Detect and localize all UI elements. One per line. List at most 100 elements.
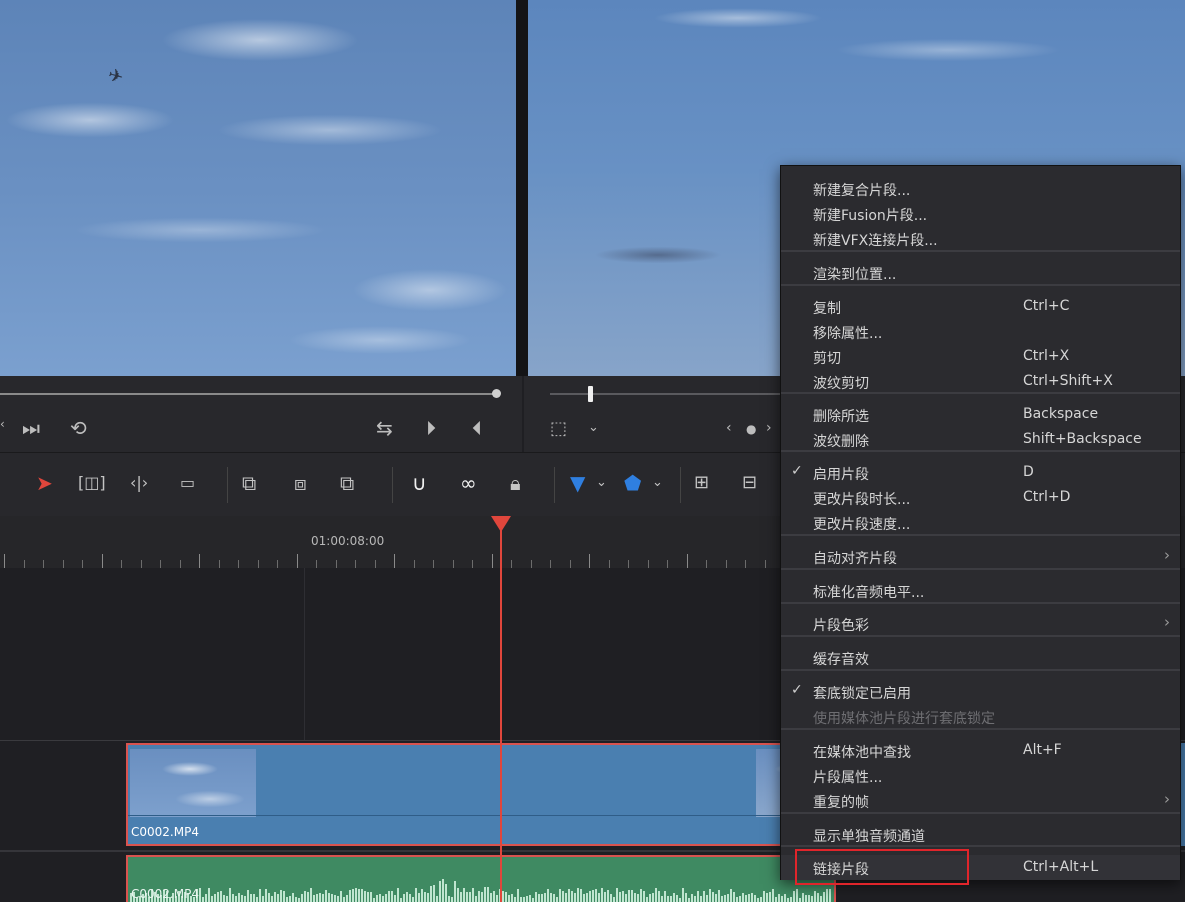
toolbar-divider (554, 467, 555, 503)
video-clip[interactable]: C0002.MP4 (126, 743, 832, 846)
menu-item[interactable]: 更改片段速度... (781, 510, 1180, 535)
menu-item[interactable]: 更改片段时长... Ctrl+D (781, 485, 1180, 510)
waveform-bar (442, 879, 444, 902)
position-lock-icon[interactable]: 🔒︎ (510, 471, 521, 495)
jog-left-icon[interactable]: ‹ (0, 417, 5, 431)
selection-arrow-icon[interactable]: ➤ (36, 471, 53, 495)
waveform-bar (793, 891, 795, 902)
waveform-bar (355, 888, 357, 902)
waveform-bar (826, 889, 828, 902)
waveform-bar (598, 893, 600, 902)
ruler-tick (589, 554, 590, 568)
nudge-left-icon[interactable]: ‹ (726, 420, 732, 436)
menu-item-shortcut: Ctrl+Alt+L (1023, 859, 1099, 875)
waveform-bar (514, 897, 516, 902)
waveform-bar (565, 893, 567, 902)
waveform-bar (397, 888, 399, 902)
playhead-line[interactable] (500, 520, 502, 902)
waveform-bar (601, 888, 603, 902)
next-edit-icon[interactable]: ⏵ (426, 416, 436, 440)
waveform-bar (637, 894, 639, 902)
marker-dropdown-chevron-icon[interactable]: ⌄ (652, 471, 663, 495)
menu-item[interactable]: 在媒体池中查找 Alt+F (781, 738, 1180, 763)
audio-clip[interactable]: C0002.MP4 (126, 855, 836, 902)
menu-item[interactable]: 新建Fusion片段... (781, 201, 1180, 226)
menu-item[interactable]: 渲染到位置... (781, 260, 1180, 285)
menu-item[interactable]: 重复的帧 › (781, 788, 1180, 813)
menu-item[interactable]: 复制 Ctrl+C (781, 294, 1180, 319)
menu-item[interactable]: 显示单独音频通道 (781, 822, 1180, 847)
trim-edit-icon[interactable]: [◫] (78, 471, 106, 495)
menu-item[interactable]: 片段属性... (781, 763, 1180, 788)
timeline-scrubber-handle[interactable] (588, 386, 593, 402)
menu-item[interactable]: 新建复合片段... (781, 176, 1180, 201)
source-scrubber-track[interactable] (0, 393, 496, 395)
flag-icon[interactable]: ▼ (570, 471, 585, 495)
menu-item[interactable]: ✓ 启用片段 D (781, 460, 1180, 485)
marker-icon[interactable]: ⬟ (624, 471, 641, 495)
snapping-icon[interactable]: ∪ (412, 471, 427, 495)
previous-edit-icon[interactable]: ⏴ (472, 416, 482, 440)
menu-item[interactable]: 缓存音效 (781, 645, 1180, 670)
waveform-bar (577, 888, 579, 902)
dynamic-trim-icon[interactable]: ‹|› (130, 471, 148, 495)
ruler-tick (414, 560, 415, 568)
waveform-bar (721, 896, 723, 902)
ruler-tick (160, 560, 161, 568)
waveform-bar (370, 892, 372, 902)
chevron-down-icon[interactable]: ⌄ (588, 420, 599, 435)
ruler-tick (628, 560, 629, 568)
flag-dropdown-chevron-icon[interactable]: ⌄ (596, 471, 607, 495)
submenu-arrow-icon: › (1164, 613, 1170, 631)
menu-item[interactable]: 移除属性... (781, 319, 1180, 344)
transform-icon[interactable]: ⬚ (550, 418, 567, 439)
menu-item[interactable]: 删除所选 Backspace (781, 402, 1180, 427)
waveform-bar (571, 891, 573, 902)
waveform-bar (619, 892, 621, 902)
viewer-divider[interactable] (516, 0, 528, 376)
overwrite-clip-icon[interactable]: ⧈ (294, 471, 307, 495)
source-viewer[interactable]: ✈ (0, 0, 516, 376)
blade-icon[interactable]: ▭ (180, 471, 195, 495)
menu-item[interactable]: 波纹剪切 Ctrl+Shift+X (781, 369, 1180, 394)
waveform-bar (751, 893, 753, 902)
video-clip-name: C0002.MP4 (131, 825, 199, 839)
zoom-detail-icon[interactable]: ⊟ (742, 471, 757, 495)
fast-forward-end-icon[interactable]: ⏭ (22, 416, 40, 440)
waveform-bar (337, 896, 339, 902)
playhead-handle[interactable] (491, 516, 511, 532)
insert-clip-icon[interactable]: ⧉ (242, 471, 256, 495)
waveform-bar (328, 893, 330, 902)
menu-item[interactable]: 片段色彩 › (781, 611, 1180, 636)
waveform-bar (748, 894, 750, 902)
loop-icon[interactable]: ⟲ (70, 416, 87, 440)
ruler-tick (277, 560, 278, 568)
menu-item[interactable]: 剪切 Ctrl+X (781, 344, 1180, 369)
waveform-bar (568, 889, 570, 902)
menu-item[interactable]: 波纹删除 Shift+Backspace (781, 427, 1180, 452)
linked-selection-icon[interactable]: ∞ (460, 471, 477, 495)
ruler-tick (453, 560, 454, 568)
menu-item[interactable]: 标准化音频电平... (781, 578, 1180, 603)
zoom-full-icon[interactable]: ⊞ (694, 471, 709, 495)
waveform-bar (697, 891, 699, 902)
match-frame-icon[interactable]: ⇆ (376, 416, 393, 440)
waveform-bar (472, 888, 474, 902)
waveform-bar (541, 894, 543, 902)
waveform-bar (700, 896, 702, 902)
menu-item-shortcut: D (1023, 464, 1034, 480)
menu-item[interactable]: 自动对齐片段 › (781, 544, 1180, 569)
waveform-bar (343, 897, 345, 902)
waveform-bar (703, 891, 705, 902)
nudge-dot-icon[interactable]: ● (746, 422, 756, 436)
menu-item[interactable]: 新建VFX连接片段... (781, 226, 1180, 251)
nudge-right-icon[interactable]: › (766, 420, 772, 436)
ruler-tick (531, 560, 532, 568)
replace-clip-icon[interactable]: ⧉ (340, 471, 354, 495)
menu-item-label: 在媒体池中查找 (813, 745, 911, 761)
waveform-bar (361, 889, 363, 902)
waveform-bar (760, 897, 762, 902)
source-scrubber-handle[interactable] (492, 389, 501, 398)
menu-item[interactable]: ✓ 套底锁定已启用 (781, 679, 1180, 704)
menu-item-shortcut: Ctrl+C (1023, 298, 1070, 314)
